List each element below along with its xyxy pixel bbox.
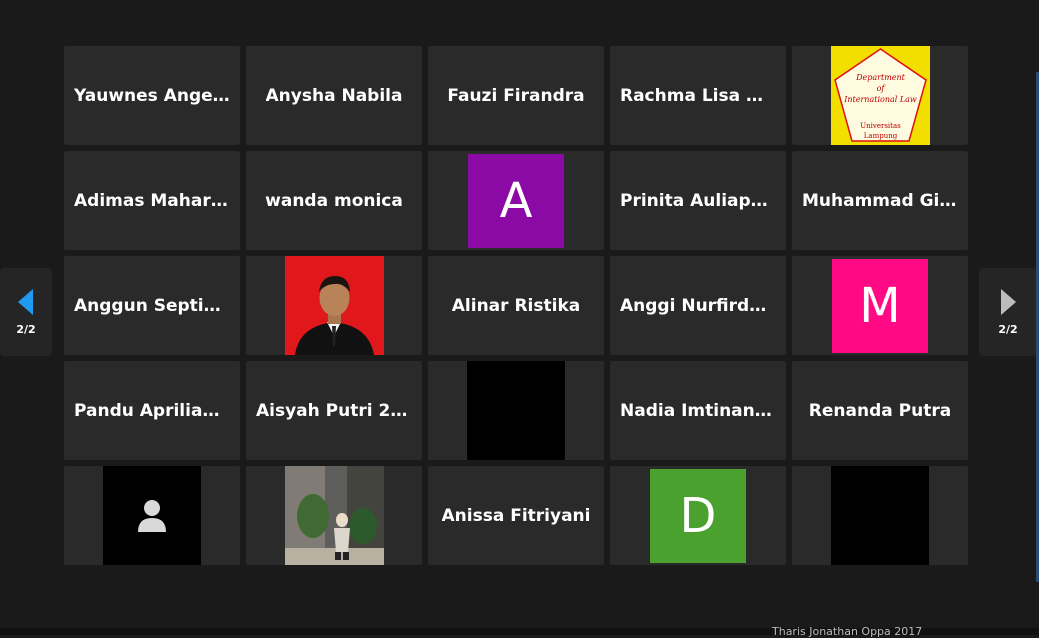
participant-tile[interactable] [246, 466, 422, 565]
participant-name: Anissa Fitriyani [441, 505, 591, 526]
arrow-left-icon [18, 288, 33, 315]
participant-name: Alinar Ristika [451, 295, 581, 316]
profile-photo [284, 256, 384, 355]
participant-tile[interactable]: Anggi Nurfirdau... [610, 256, 786, 355]
participant-tile[interactable]: Yauwnes Angel... [64, 46, 240, 145]
avatar: A [468, 153, 564, 248]
previous-page-button[interactable]: 2/2 [0, 268, 52, 356]
participant-name: Anggun Septiana [74, 295, 230, 316]
participant-name: Rachma Lisa Ag... [620, 85, 776, 106]
avatar-letter: D [679, 487, 717, 544]
arrow-right-icon [1001, 288, 1016, 315]
participant-tile[interactable]: Anissa Fitriyani [428, 466, 604, 565]
page-indicator: 2/2 [998, 322, 1018, 336]
participant-name: Anggi Nurfirdau... [620, 295, 776, 316]
participant-name: Anysha Nabila [265, 85, 403, 106]
gallery-grid: Yauwnes Angel... Anysha Nabila Fauzi Fir… [64, 46, 968, 565]
participant-tile[interactable] [64, 466, 240, 565]
participant-tile[interactable]: A [428, 151, 604, 250]
participant-tile[interactable] [428, 361, 604, 460]
participant-name: Pandu Aprilians... [74, 400, 230, 421]
next-page-button[interactable]: 2/2 [979, 268, 1037, 356]
participant-tile[interactable]: Department of International Law Universi… [792, 46, 968, 145]
logo-line: Department [855, 73, 906, 82]
participant-tile[interactable]: Muhammad Gib... [792, 151, 968, 250]
avatar: M [832, 258, 928, 353]
video-off-black [831, 466, 929, 565]
user-placeholder-icon [138, 499, 166, 532]
profile-photo [284, 466, 384, 565]
participant-name: Adimas Maharaj... [74, 190, 230, 211]
participant-name: Yauwnes Angel... [74, 85, 230, 106]
participant-tile[interactable]: Nadia Imtinan Ar... [610, 361, 786, 460]
logo-line: International Law [843, 95, 917, 104]
page-indicator: 2/2 [16, 322, 36, 336]
participant-tile[interactable]: Prinita Auliaputri [610, 151, 786, 250]
participant-tile[interactable]: M [792, 256, 968, 355]
participant-name: Fauzi Firandra [447, 85, 585, 106]
logo-line: Lampung [863, 132, 897, 140]
participant-tile[interactable]: Anysha Nabila [246, 46, 422, 145]
avatar-letter: M [859, 277, 901, 334]
participant-name: Prinita Auliaputri [620, 190, 776, 211]
bottom-caption: Tharis Jonathan Oppa 2017 [772, 625, 923, 638]
avatar-letter: A [499, 172, 533, 229]
participant-tile[interactable]: Aisyah Putri 201... [246, 361, 422, 460]
participant-tile[interactable]: Alinar Ristika [428, 256, 604, 355]
participant-name: wanda monica [265, 190, 403, 211]
participant-tile[interactable]: Pandu Aprilians... [64, 361, 240, 460]
participant-name: Nadia Imtinan Ar... [620, 400, 776, 421]
participant-name: Aisyah Putri 201... [256, 400, 412, 421]
participant-tile[interactable] [792, 466, 968, 565]
video-off-black [103, 466, 201, 565]
participant-tile[interactable]: D [610, 466, 786, 565]
participant-tile[interactable]: Rachma Lisa Ag... [610, 46, 786, 145]
participant-tile[interactable]: Adimas Maharaj... [64, 151, 240, 250]
avatar: D [650, 468, 746, 563]
participant-tile[interactable]: Renanda Putra [792, 361, 968, 460]
participant-tile[interactable]: wanda monica [246, 151, 422, 250]
logo-line: Universitas [860, 122, 901, 130]
participant-tile[interactable]: Fauzi Firandra [428, 46, 604, 145]
participant-name: Renanda Putra [808, 400, 952, 421]
video-off-black [467, 361, 565, 460]
participant-tile[interactable]: Anggun Septiana [64, 256, 240, 355]
participant-name: Muhammad Gib... [802, 190, 958, 211]
participant-tile[interactable] [246, 256, 422, 355]
department-logo: Department of International Law Universi… [830, 46, 930, 145]
